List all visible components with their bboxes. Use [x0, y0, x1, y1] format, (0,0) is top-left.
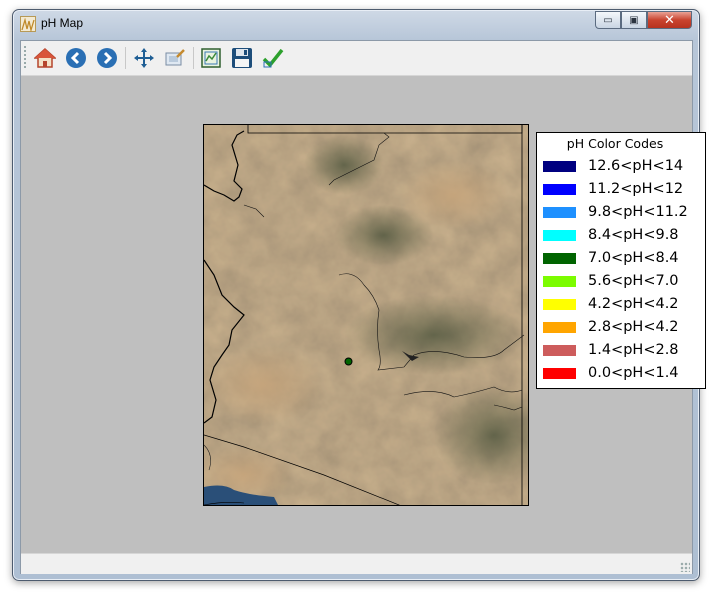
legend-item: 1.4<pH<2.8 [543, 340, 679, 360]
legend: pH Color Codes 12.6<pH<14 11.2<pH<12 9.8<p… [536, 132, 706, 389]
legend-label: 2.8<pH<4.2 [588, 319, 679, 335]
legend-swatch [543, 160, 576, 172]
legend-title: pH Color Codes [566, 136, 664, 151]
close-icon: ✕ [664, 12, 675, 28]
minimize-icon: ▭ [603, 14, 613, 26]
sample-point[interactable] [344, 357, 353, 366]
legend-label: 7.0<pH<8.4 [588, 250, 679, 266]
zoom-rect-icon [165, 49, 185, 66]
home-icon [34, 47, 56, 68]
status-bar [21, 553, 692, 574]
subplots-icon [201, 48, 221, 68]
maximize-icon: ▣ [629, 14, 639, 26]
legend-label: 1.4<pH<2.8 [588, 342, 679, 358]
legend-swatch [543, 229, 576, 241]
minimize-button[interactable]: ▭ [595, 11, 621, 29]
app-window: pH Map ▭ ▣ ✕ pH Color Codes 12.6<pH<14 1… [12, 9, 706, 581]
legend-item: 0.0<pH<1.4 [543, 363, 679, 383]
legend-swatch [543, 344, 576, 356]
maximize-button[interactable]: ▣ [621, 11, 647, 29]
legend-item: 12.6<pH<14 [543, 156, 683, 176]
forward-button[interactable] [95, 46, 119, 70]
home-button[interactable] [33, 46, 57, 70]
save-button[interactable] [230, 46, 254, 70]
edit-parameters-button[interactable] [261, 46, 285, 70]
arrow-left-icon [66, 48, 86, 68]
floppy-disk-icon [232, 48, 252, 68]
ph-map-plot[interactable] [203, 124, 529, 506]
legend-label: 11.2<pH<12 [588, 181, 684, 197]
legend-item: 11.2<pH<12 [543, 179, 683, 199]
app-icon [20, 16, 36, 33]
legend-label: 4.2<pH<4.2 [588, 296, 679, 312]
toolbar-grip[interactable] [24, 46, 26, 70]
back-button[interactable] [64, 46, 88, 70]
resize-grip-icon[interactable] [680, 562, 690, 572]
legend-item: 5.6<pH<7.0 [543, 271, 679, 291]
checkmark-icon [262, 48, 284, 68]
close-button[interactable]: ✕ [647, 11, 692, 29]
legend-swatch [543, 252, 576, 264]
move-arrows-icon [134, 48, 154, 68]
legend-item: 8.4<pH<9.8 [543, 225, 679, 245]
legend-label: 8.4<pH<9.8 [588, 227, 679, 243]
legend-label: 9.8<pH<11.2 [588, 204, 688, 220]
satellite-map-image [204, 125, 528, 505]
caption-buttons: ▭ ▣ ✕ [595, 11, 692, 30]
legend-swatch [543, 298, 576, 310]
client-area: pH Color Codes 12.6<pH<14 11.2<pH<12 9.8<p… [20, 40, 706, 574]
legend-label: 0.0<pH<1.4 [588, 365, 679, 381]
pan-button[interactable] [132, 46, 156, 70]
toolbar-separator [125, 47, 126, 69]
toolbar-separator [193, 47, 194, 69]
figure-canvas[interactable]: pH Color Codes 12.6<pH<14 11.2<pH<12 9.8<p… [21, 76, 706, 553]
arrow-right-icon [97, 48, 117, 68]
legend-item: 2.8<pH<4.2 [543, 317, 679, 337]
legend-item: 9.8<pH<11.2 [543, 202, 688, 222]
legend-label: 5.6<pH<7.0 [588, 273, 679, 289]
legend-swatch [543, 367, 576, 379]
configure-subplots-button[interactable] [199, 46, 223, 70]
legend-swatch [543, 321, 576, 333]
legend-label: 12.6<pH<14 [588, 158, 684, 174]
zoom-button[interactable] [163, 46, 187, 70]
legend-swatch [543, 206, 576, 218]
legend-item: 4.2<pH<4.2 [543, 294, 679, 314]
legend-item: 7.0<pH<8.4 [543, 248, 679, 268]
legend-swatch [543, 275, 576, 287]
legend-swatch [543, 183, 576, 195]
navigation-toolbar [21, 41, 692, 76]
window-title: pH Map [41, 16, 84, 30]
